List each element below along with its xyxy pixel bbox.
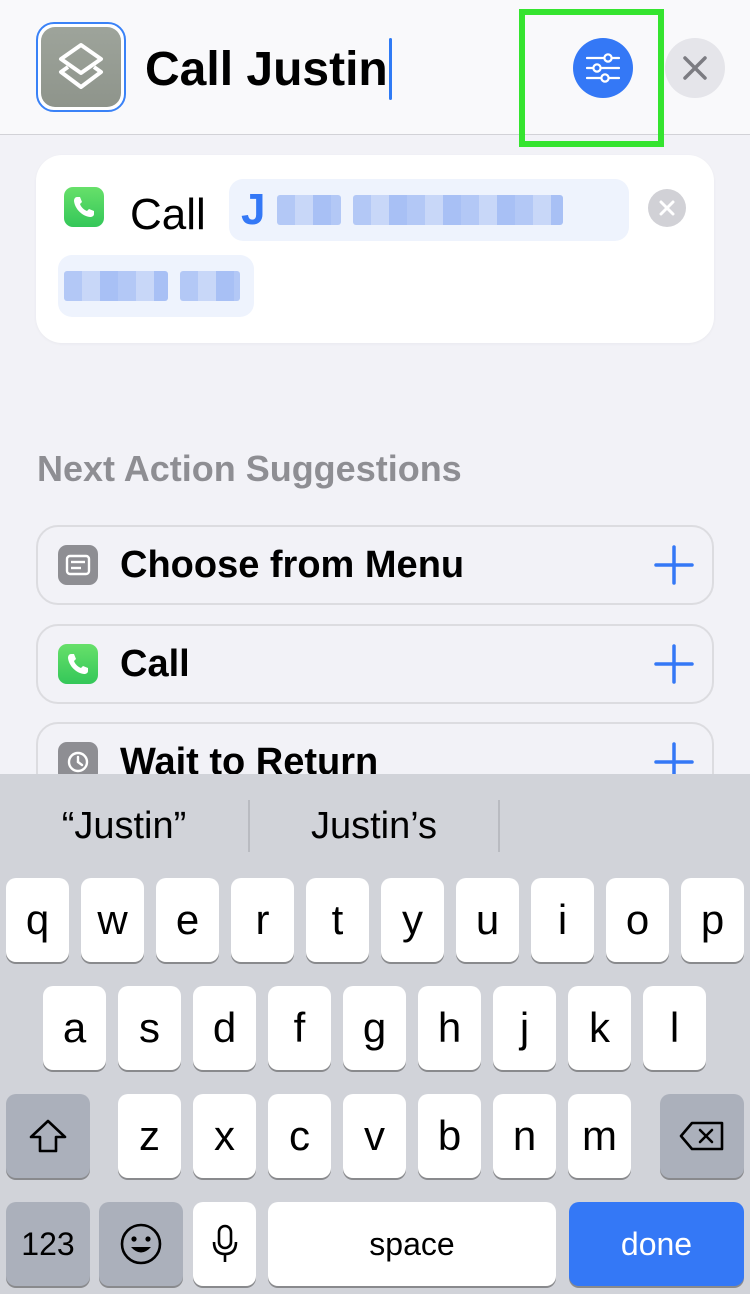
key-t[interactable]: t bbox=[306, 878, 369, 962]
key-x[interactable]: x bbox=[193, 1094, 256, 1178]
clear-icon bbox=[659, 200, 675, 216]
menu-icon bbox=[58, 545, 98, 585]
numbers-key[interactable]: 123 bbox=[6, 1202, 90, 1286]
microphone-icon bbox=[212, 1224, 237, 1262]
close-button[interactable] bbox=[665, 38, 725, 98]
dictation-key[interactable] bbox=[193, 1202, 256, 1286]
predictive-bar: “Justin” Justin’s bbox=[0, 774, 750, 878]
call-action-card: Call J bbox=[36, 155, 714, 343]
contact-token-continuation[interactable] bbox=[58, 255, 254, 317]
close-icon bbox=[683, 56, 707, 80]
numbers-key-label: 123 bbox=[21, 1225, 75, 1262]
contact-token[interactable]: J bbox=[229, 179, 629, 241]
shift-icon bbox=[29, 1119, 67, 1153]
prediction-quoted[interactable]: “Justin” bbox=[0, 774, 248, 878]
highlight-annotation bbox=[519, 9, 664, 147]
action-verb: Call bbox=[130, 190, 206, 239]
phone-icon bbox=[64, 187, 104, 227]
suggestions-heading: Next Action Suggestions bbox=[37, 448, 462, 489]
key-y[interactable]: y bbox=[381, 878, 444, 962]
suggestion-call[interactable]: Call bbox=[36, 624, 714, 704]
shift-key[interactable] bbox=[6, 1094, 90, 1178]
clear-contact-button[interactable] bbox=[648, 189, 686, 227]
key-p[interactable]: p bbox=[681, 878, 744, 962]
suggestion-choose-from-menu[interactable]: Choose from Menu bbox=[36, 525, 714, 605]
prediction-possessive[interactable]: Justin’s bbox=[250, 774, 498, 878]
backspace-icon bbox=[679, 1121, 724, 1151]
key-d[interactable]: d bbox=[193, 986, 256, 1070]
key-z[interactable]: z bbox=[118, 1094, 181, 1178]
space-key-label: space bbox=[369, 1225, 455, 1262]
redacted-name bbox=[180, 271, 240, 301]
add-icon[interactable] bbox=[652, 642, 696, 686]
redacted-name bbox=[64, 271, 168, 301]
key-b[interactable]: b bbox=[418, 1094, 481, 1178]
key-q[interactable]: q bbox=[6, 878, 69, 962]
redacted-name bbox=[353, 195, 564, 225]
shortcuts-layers-icon bbox=[41, 27, 121, 107]
key-i[interactable]: i bbox=[531, 878, 594, 962]
key-k[interactable]: k bbox=[568, 986, 631, 1070]
suggestion-label: Choose from Menu bbox=[120, 543, 465, 586]
key-j[interactable]: j bbox=[493, 986, 556, 1070]
key-g[interactable]: g bbox=[343, 986, 406, 1070]
key-a[interactable]: a bbox=[43, 986, 106, 1070]
key-l[interactable]: l bbox=[643, 986, 706, 1070]
emoji-icon bbox=[120, 1223, 162, 1265]
delete-key[interactable] bbox=[660, 1094, 744, 1178]
key-n[interactable]: n bbox=[493, 1094, 556, 1178]
prediction-empty[interactable] bbox=[500, 774, 750, 878]
done-key-label: done bbox=[620, 1225, 693, 1262]
add-icon[interactable] bbox=[652, 543, 696, 587]
keyboard: “Justin” Justin’s q w e r t y u i o p a … bbox=[0, 774, 750, 1294]
done-key[interactable]: done bbox=[569, 1202, 744, 1286]
contact-initial: J bbox=[241, 185, 266, 234]
key-v[interactable]: v bbox=[343, 1094, 406, 1178]
shortcut-icon-button[interactable] bbox=[36, 22, 126, 112]
text-caret bbox=[388, 38, 392, 100]
key-s[interactable]: s bbox=[118, 986, 181, 1070]
phone-icon bbox=[58, 644, 98, 684]
key-e[interactable]: e bbox=[156, 878, 219, 962]
key-h[interactable]: h bbox=[418, 986, 481, 1070]
key-m[interactable]: m bbox=[568, 1094, 631, 1178]
shortcut-title-field[interactable]: Call Justin bbox=[145, 38, 392, 100]
key-r[interactable]: r bbox=[231, 878, 294, 962]
shortcut-title-text: Call Justin bbox=[145, 42, 388, 96]
space-key[interactable]: space bbox=[268, 1202, 556, 1286]
key-c[interactable]: c bbox=[268, 1094, 331, 1178]
key-w[interactable]: w bbox=[81, 878, 144, 962]
key-u[interactable]: u bbox=[456, 878, 519, 962]
suggestion-label: Call bbox=[120, 642, 190, 685]
key-o[interactable]: o bbox=[606, 878, 669, 962]
key-f[interactable]: f bbox=[268, 986, 331, 1070]
redacted-name bbox=[277, 195, 342, 225]
emoji-key[interactable] bbox=[99, 1202, 183, 1286]
